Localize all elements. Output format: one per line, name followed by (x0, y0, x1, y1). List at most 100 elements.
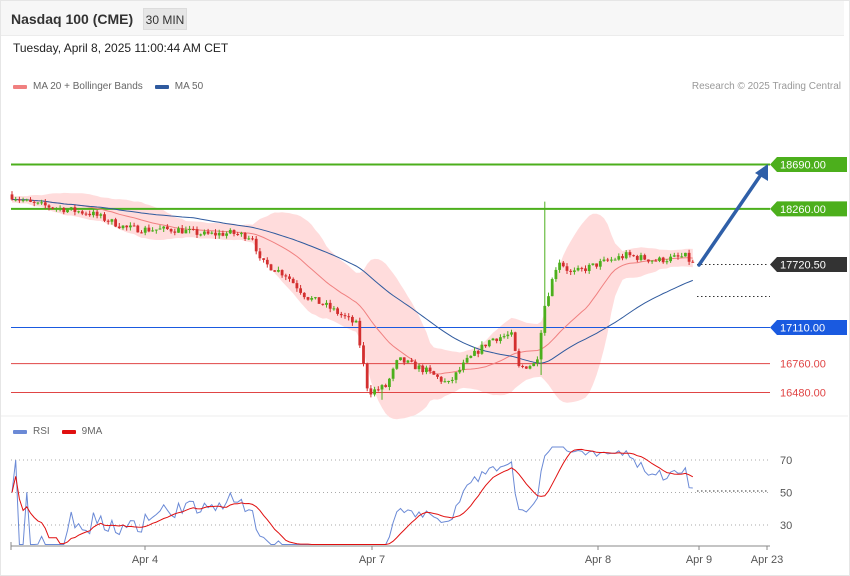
candle-body (454, 372, 458, 380)
candle-body (221, 232, 225, 236)
candle-body (206, 231, 210, 234)
candle-body (576, 267, 580, 271)
candle-body (203, 231, 206, 235)
rsi-line (11, 446, 693, 545)
candle-body (258, 251, 262, 259)
candle-body (684, 252, 687, 257)
candle-body (66, 209, 69, 213)
candle-body (51, 207, 55, 209)
candle-body (565, 266, 569, 271)
candle-body (288, 276, 291, 279)
candle-body (314, 297, 317, 299)
candle-body (365, 363, 369, 389)
candle-body (554, 269, 558, 280)
candle-body (528, 366, 532, 369)
candle-body (680, 256, 684, 258)
candle-body (432, 371, 436, 375)
candle-body (136, 225, 140, 233)
candle-body (436, 374, 439, 377)
candle-body (125, 225, 129, 228)
candle-body (103, 214, 106, 221)
x-tick-label: Apr 23 (751, 554, 783, 566)
candle-body (569, 270, 573, 272)
candle-body (129, 225, 132, 228)
candle-body (92, 211, 95, 216)
candle-body (654, 260, 658, 262)
candle-body (621, 256, 624, 259)
candle-body (610, 259, 613, 261)
candle-body (443, 381, 447, 383)
candle-body (406, 360, 410, 363)
candle-body (32, 201, 36, 203)
candle-body (402, 357, 406, 363)
candle-body (376, 389, 380, 391)
candle-body (354, 320, 358, 323)
candle-body (29, 199, 32, 202)
candle-body (114, 219, 117, 227)
candle-body (58, 207, 62, 209)
candle-body (84, 213, 88, 215)
candle-body (613, 259, 617, 261)
candle-body (295, 283, 299, 289)
candle-body (658, 257, 661, 262)
candle-body (447, 380, 450, 382)
candle-body (676, 255, 680, 257)
candle-body (14, 199, 18, 201)
candle-body (384, 385, 388, 387)
candle-body (351, 316, 354, 323)
candle-body (310, 298, 314, 300)
level-label-18260.00: 18260.00 (780, 204, 826, 216)
candle-body (399, 357, 402, 361)
candle-body (199, 234, 203, 236)
candle-body (458, 369, 462, 373)
candle-body (232, 229, 236, 234)
x-tick-label: Apr 7 (359, 554, 385, 566)
candle-body (291, 278, 295, 284)
candle-body (595, 263, 598, 267)
candle-body (450, 379, 454, 381)
candle-body (643, 255, 647, 260)
candle-body (517, 350, 521, 366)
candle-body (47, 205, 51, 208)
candle-body (650, 260, 654, 262)
x-tick-label: Apr 4 (132, 554, 158, 566)
candle-body (55, 208, 58, 210)
candle-body (539, 332, 543, 360)
candle-body (43, 202, 47, 206)
candle-body (180, 228, 184, 234)
candle-body (380, 385, 384, 390)
candle-body (247, 238, 251, 240)
candle-body (132, 225, 136, 227)
candle-body (543, 305, 547, 333)
candle-body (321, 303, 325, 305)
candle-body (417, 365, 421, 370)
candle-body (513, 332, 517, 351)
candle-body (317, 297, 321, 304)
candle-body (265, 259, 269, 265)
candle-body (691, 261, 695, 263)
price-chart[interactable]: 18690.00 18260.00 17720.50 17110.00 16760.00… (0, 0, 850, 576)
candle-body (362, 345, 365, 364)
candle-body (661, 257, 665, 263)
candle-body (195, 229, 199, 235)
candle-body (347, 316, 351, 318)
rsi-level-label-70: 70 (780, 455, 792, 467)
candle-body (184, 229, 188, 234)
candle-body (480, 344, 484, 354)
candle-body (143, 227, 147, 233)
candle-body (591, 263, 595, 265)
candle-body (413, 361, 417, 370)
candle-body (369, 388, 373, 395)
candle-body (99, 214, 103, 216)
candle-body (476, 350, 480, 354)
candle-body (88, 213, 92, 216)
candle-body (487, 340, 491, 347)
candle-body (299, 288, 302, 293)
candle-body (573, 270, 576, 272)
candle-body (254, 238, 258, 252)
candle-body (547, 296, 550, 306)
candle-body (336, 308, 339, 314)
candle-body (421, 365, 425, 373)
candle-body (635, 256, 639, 260)
candle-body (177, 228, 180, 233)
